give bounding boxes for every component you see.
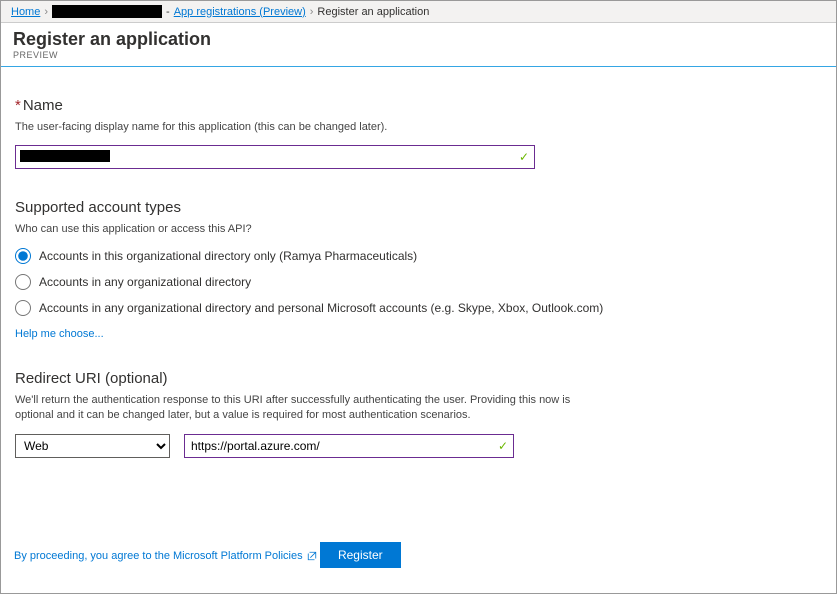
account-type-option-0[interactable]: Accounts in this organizational director…: [15, 248, 822, 264]
form-footer: By proceeding, you agree to the Microsof…: [14, 542, 823, 580]
name-input[interactable]: [15, 145, 535, 169]
redirect-row: Web ✓: [15, 434, 822, 458]
breadcrumb-tenant-redacted: [52, 5, 162, 18]
redirect-uri-input[interactable]: [184, 434, 514, 458]
breadcrumb-app-registrations[interactable]: App registrations (Preview): [174, 6, 306, 18]
account-type-radio-0[interactable]: [15, 248, 31, 264]
name-description: The user-facing display name for this ap…: [15, 120, 822, 135]
breadcrumb-home[interactable]: Home: [11, 6, 40, 18]
redirect-section: Redirect URI (optional) We'll return the…: [15, 370, 822, 458]
chevron-right-icon: ›: [310, 6, 314, 18]
redirect-title: Redirect URI (optional): [15, 370, 822, 387]
name-input-wrapper: ✓: [15, 145, 535, 169]
preview-badge: PREVIEW: [13, 50, 824, 60]
account-type-radio-2[interactable]: [15, 300, 31, 316]
account-type-radio-group: Accounts in this organizational director…: [15, 248, 822, 316]
accounts-title: Supported account types: [15, 199, 822, 216]
consent-link[interactable]: By proceeding, you agree to the Microsof…: [14, 550, 317, 562]
breadcrumb: Home › - App registrations (Preview) › R…: [1, 1, 836, 23]
page-header: Register an application PREVIEW: [1, 23, 836, 67]
register-button[interactable]: Register: [320, 542, 401, 568]
accounts-description: Who can use this application or access t…: [15, 222, 822, 237]
name-label: *Name: [15, 97, 822, 114]
help-me-choose-link[interactable]: Help me choose...: [15, 328, 104, 340]
external-link-icon: [307, 551, 317, 561]
redirect-description: We'll return the authentication response…: [15, 393, 575, 424]
account-type-radio-1[interactable]: [15, 274, 31, 290]
platform-select[interactable]: Web: [15, 434, 170, 458]
accounts-section: Supported account types Who can use this…: [15, 199, 822, 339]
redirect-input-wrapper: ✓: [184, 434, 514, 458]
chevron-right-icon: ›: [44, 6, 48, 18]
required-indicator: *: [15, 97, 21, 114]
name-section: *Name The user-facing display name for t…: [15, 97, 822, 169]
breadcrumb-dash: -: [166, 6, 170, 18]
form-content: *Name The user-facing display name for t…: [1, 67, 836, 502]
breadcrumb-current: Register an application: [317, 6, 429, 18]
account-type-option-1[interactable]: Accounts in any organizational directory: [15, 274, 822, 290]
page-title: Register an application: [13, 29, 824, 50]
account-type-option-2[interactable]: Accounts in any organizational directory…: [15, 300, 822, 316]
